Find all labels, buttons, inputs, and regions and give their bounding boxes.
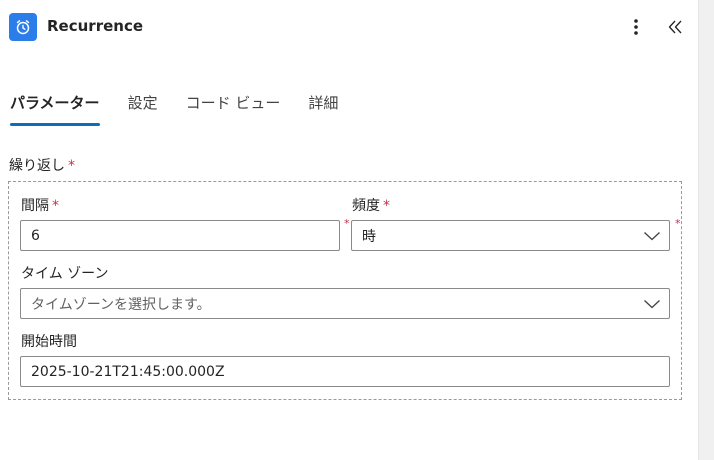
panel-header: Recurrence xyxy=(0,0,698,56)
scrollbar[interactable] xyxy=(698,0,714,460)
chevron-down-icon xyxy=(644,232,660,241)
required-mark: * xyxy=(52,198,59,214)
frequency-label: 頻度 * xyxy=(352,195,390,215)
start-time-label: 開始時間 xyxy=(21,334,77,350)
frequency-label-text: 頻度 xyxy=(352,198,380,214)
start-time-value: 2025-10-21T21:45:00.000Z xyxy=(31,363,225,380)
start-time-input[interactable]: 2025-10-21T21:45:00.000Z xyxy=(20,356,670,387)
frequency-required-mark: * xyxy=(675,217,681,230)
required-mark: * xyxy=(68,158,75,174)
tab-list: パラメーター 設定 コード ビュー 詳細 xyxy=(10,88,366,128)
collapse-panel-button[interactable] xyxy=(662,14,688,40)
panel-title: Recurrence xyxy=(47,17,144,35)
timezone-select[interactable]: タイムゾーンを選択します。 xyxy=(20,288,670,319)
more-options-button[interactable] xyxy=(624,14,648,40)
interval-input[interactable]: 6 xyxy=(20,220,340,251)
recurrence-group: 間隔 * 6 * 頻度 * 時 * タイム ゾーン タイムゾーンを選択します。 開始… xyxy=(8,181,682,400)
tab-details[interactable]: 詳細 xyxy=(308,88,338,126)
alarm-clock-icon xyxy=(9,13,37,41)
timezone-placeholder: タイムゾーンを選択します。 xyxy=(31,296,211,313)
recurrence-group-label-text: 繰り返し xyxy=(9,158,65,174)
recurrence-panel: Recurrence パラメーター 設定 コード ビュー 詳細 繰り返し * 間隔… xyxy=(0,0,698,460)
interval-required-mark: * xyxy=(344,217,350,230)
chevron-double-left-icon xyxy=(668,20,682,34)
timezone-label: タイム ゾーン xyxy=(21,266,109,282)
interval-label-text: 間隔 xyxy=(21,198,49,214)
tab-parameters[interactable]: パラメーター xyxy=(10,88,100,126)
recurrence-group-label: 繰り返し * xyxy=(9,155,75,175)
tab-code-view[interactable]: コード ビュー xyxy=(186,88,281,126)
tab-settings[interactable]: 設定 xyxy=(128,88,158,126)
interval-value: 6 xyxy=(31,227,40,244)
chevron-down-icon xyxy=(644,300,660,309)
frequency-select[interactable]: 時 xyxy=(351,220,670,251)
required-mark: * xyxy=(383,198,390,214)
frequency-value: 時 xyxy=(362,228,376,245)
more-vertical-icon xyxy=(634,19,638,35)
interval-label: 間隔 * xyxy=(21,195,59,215)
